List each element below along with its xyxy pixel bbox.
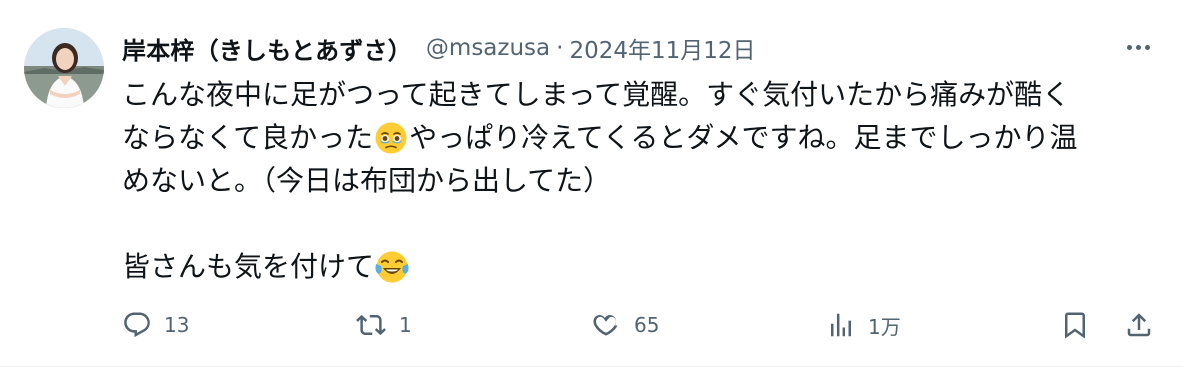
reply-count: 13 [164,313,190,337]
retweet-count: 1 [399,313,412,337]
views-icon [831,313,851,337]
tweet-line-text: めないと。（今日は布団から出してた） [122,164,612,197]
heart-icon [593,314,618,336]
tweet-card[interactable]: 岸本梓（きしもとあずさ） @msazusa · 2024年11月12日 こんな夜… [0,0,1183,375]
tweet-line: こんな夜中に足がつって起きてしまって覚醒。すぐ気付いたから痛みが酷く [122,73,1162,116]
display-name[interactable]: 岸本梓（きしもとあずさ） [122,31,412,66]
retweet-button[interactable]: 1 [355,300,412,350]
separator-dot: · [556,35,564,61]
tweet-line: めないと。（今日は布団から出してた） [122,159,1162,202]
like-button[interactable]: 65 [590,300,659,350]
tweet-line: ならなくて良かった やっぱり冷えてくるとダメですね。足までしっかり温 [122,116,1162,159]
tweet-line-text: ならなくて良かった [122,121,374,154]
tweet-header: 岸本梓（きしもとあずさ） @msazusa · 2024年11月12日 [122,28,756,68]
views-count: 1万 [868,314,901,339]
reply-button[interactable]: 13 [122,300,189,350]
share-icon [1127,313,1151,337]
tears-of-joy-emoji-icon [375,250,409,284]
tweet-line: 皆さんも気を付けて [122,245,1162,288]
views-button[interactable]: 1万 [826,300,901,350]
like-count: 65 [634,313,660,337]
tweet-line-text: やっぱり冷えてくるとダメですね。足までしっかり温 [409,121,1078,154]
reply-icon [124,312,150,338]
bookmark-button[interactable] [1060,300,1090,350]
holding-back-tears-emoji-icon [374,121,408,155]
action-bar: 13 1 65 1万 [0,300,1183,350]
bookmark-icon [1065,312,1085,339]
tweet-date[interactable]: 2024年11月12日 [569,31,755,65]
share-button[interactable] [1124,300,1154,350]
more-icon[interactable] [1118,32,1158,62]
retweet-icon [356,314,386,336]
tweet-line-text: 皆さんも気を付けて [122,250,375,283]
divider [0,366,1183,367]
tweet-text: こんな夜中に足がつって起きてしまって覚醒。すぐ気付いたから痛みが酷く ならなくて… [122,73,1162,288]
avatar[interactable] [24,28,104,108]
user-handle[interactable]: @msazusa [426,35,550,61]
tweet-line-text: こんな夜中に足がつって起きてしまって覚醒。すぐ気付いたから痛みが酷く [122,78,1071,111]
